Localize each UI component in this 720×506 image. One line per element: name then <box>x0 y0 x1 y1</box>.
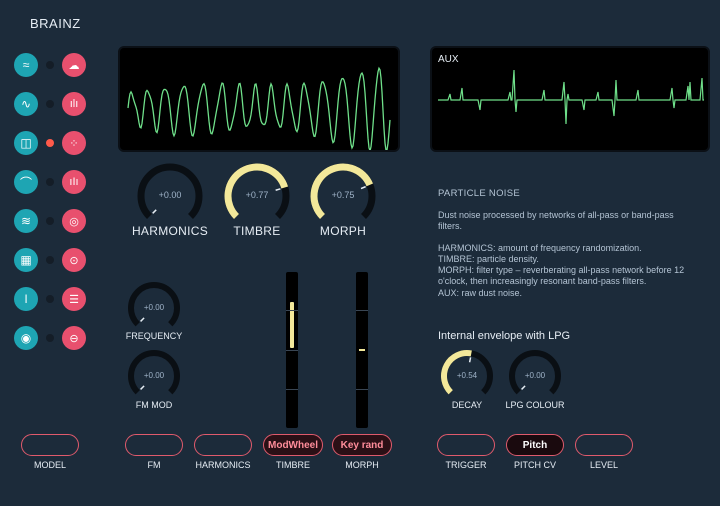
model-select-dot[interactable] <box>46 295 54 303</box>
model-select-dot[interactable] <box>46 178 54 186</box>
main-waveform-trace <box>127 66 391 150</box>
morph-knob[interactable]: +0.75 <box>309 162 377 230</box>
frequency-knob[interactable]: +0.00 <box>126 280 182 336</box>
slider-tick <box>286 389 298 390</box>
model-select-dot[interactable] <box>46 256 54 264</box>
model-row[interactable]: ⌒ ıIı <box>14 169 94 195</box>
lpg-colour-value: +0.00 <box>524 371 546 380</box>
model-info-title: PARTICLE NOISE <box>438 188 520 199</box>
model-row[interactable]: ▦ ⊙ <box>14 247 94 273</box>
app-title: BRAINZ <box>30 16 81 31</box>
timbre-input-port[interactable]: ModWheel <box>263 434 323 456</box>
model-input-port[interactable] <box>21 434 79 456</box>
hihat-icon[interactable]: ⊖ <box>62 326 86 350</box>
head-icon[interactable]: ◉ <box>14 326 38 350</box>
model-row[interactable]: ǀ ☰ <box>14 286 94 312</box>
timbre-label: TIMBRE <box>233 224 281 238</box>
morph-input-port[interactable]: Key rand <box>332 434 392 456</box>
model-select-dot[interactable] <box>46 100 54 108</box>
trigger-input-port[interactable] <box>437 434 495 456</box>
grid-icon[interactable]: ▦ <box>14 248 38 272</box>
wavetable-icon[interactable]: ≋ <box>14 209 38 233</box>
harmonics-knob[interactable]: +0.00 <box>136 162 204 230</box>
concentric-rings-icon[interactable]: ◎ <box>62 209 86 233</box>
model-row[interactable]: ≈ ☁ <box>14 52 94 78</box>
filter-curve-icon[interactable]: ⌒ <box>14 170 38 194</box>
fm-mod-knob[interactable]: +0.00 <box>126 348 182 404</box>
timbre-port-label: TIMBRE <box>275 460 310 470</box>
model-row[interactable]: ◉ ⊖ <box>14 325 94 351</box>
morph-mod-slider-handle <box>359 349 365 351</box>
trigger-port-label: TRIGGER <box>445 460 487 470</box>
model-select-dot[interactable] <box>46 334 54 342</box>
decay-knob[interactable]: +0.54 <box>439 348 495 404</box>
timbre-value: +0.77 <box>245 190 269 200</box>
model-port-label: MODEL <box>33 460 66 470</box>
knob-indicator <box>360 185 366 190</box>
harmonics-port-label: HARMONICS <box>195 460 251 470</box>
level-input-port[interactable] <box>575 434 633 456</box>
lpg-colour-label: LPG COLOUR <box>505 400 565 410</box>
model-row[interactable]: ∿ ılı <box>14 91 94 117</box>
envelope-title: Internal envelope with LPG <box>438 330 571 342</box>
model-info-morph: MORPH: filter type – reverberating all-p… <box>438 265 685 286</box>
drum-icon[interactable]: ⊙ <box>62 248 86 272</box>
aux-waveform <box>438 69 704 125</box>
morph-port-label: MORPH <box>345 460 379 470</box>
bezier-curve-icon[interactable]: ≈ <box>14 53 38 77</box>
slider-tick <box>286 350 298 351</box>
model-info-harmonics: HARMONICS: amount of frequency randomiza… <box>438 243 642 253</box>
slider-tick <box>356 389 368 390</box>
morph-mod-slider[interactable] <box>356 272 368 428</box>
harmonics-value: +0.00 <box>158 190 182 200</box>
timbre-mod-slider-fill <box>290 302 294 348</box>
model-select-dot[interactable] <box>46 139 54 147</box>
frequency-value: +0.00 <box>143 303 165 312</box>
level-port-label: LEVEL <box>589 460 619 470</box>
slider-tick <box>356 310 368 311</box>
knob-indicator <box>152 209 157 214</box>
knob-indicator <box>521 385 526 390</box>
model-row[interactable]: ≋ ◎ <box>14 208 94 234</box>
timbre-mod-slider[interactable] <box>286 272 298 428</box>
sine-wave-icon[interactable]: ∿ <box>14 92 38 116</box>
slider-tick <box>286 310 298 311</box>
pitch-cv-input-port[interactable]: Pitch <box>506 434 564 456</box>
knob-indicator <box>140 317 145 322</box>
harmonics-bars-icon[interactable]: ılı <box>62 92 86 116</box>
speech-icon[interactable]: ǀ <box>14 287 38 311</box>
aux-waveform-trace <box>438 69 704 125</box>
model-row[interactable]: ◫ ⁘ <box>14 130 94 156</box>
aux-oscilloscope: AUX <box>430 46 710 152</box>
model-select-dot[interactable] <box>46 217 54 225</box>
morph-value: +0.75 <box>331 190 355 200</box>
model-selector: ≈ ☁ ∿ ılı ◫ ⁘ ⌒ ıIı ≋ ◎ ▦ ⊙ ǀ ☰ ◉ ⊖ <box>14 52 94 362</box>
pitch-cv-port-label: PITCH CV <box>513 460 556 470</box>
lpg-colour-knob[interactable]: +0.00 <box>507 348 563 404</box>
fm-input-port[interactable] <box>125 434 183 456</box>
chord-icon[interactable]: ◫ <box>14 131 38 155</box>
knob-indicator <box>140 385 145 390</box>
morph-label: MORPH <box>319 224 367 238</box>
timbre-knob[interactable]: +0.77 <box>223 162 291 230</box>
fm-mod-label: FM MOD <box>135 400 173 410</box>
model-info-description: Dust noise processed by networks of all-… <box>438 210 674 231</box>
model-info-timbre: TIMBRE: particle density. <box>438 254 539 264</box>
knob-indicator <box>468 357 472 363</box>
snare-icon[interactable]: ☰ <box>62 287 86 311</box>
frequency-label: FREQUENCY <box>125 331 183 341</box>
aux-scope-label: AUX <box>438 54 459 65</box>
harmonics-input-port[interactable] <box>194 434 252 456</box>
decay-value: +0.54 <box>456 371 478 380</box>
model-select-dot[interactable] <box>46 61 54 69</box>
main-waveform <box>127 66 391 150</box>
harmonics-label: HARMONICS <box>131 224 209 238</box>
main-oscilloscope <box>118 46 400 152</box>
fm-port-label: FM <box>147 460 161 470</box>
grains-icon[interactable]: ⁘ <box>62 131 86 155</box>
cloud-icon[interactable]: ☁ <box>62 53 86 77</box>
noise-bars-icon[interactable]: ıIı <box>62 170 86 194</box>
fm-mod-value: +0.00 <box>143 371 165 380</box>
model-info-aux: AUX: raw dust noise. <box>438 288 523 298</box>
